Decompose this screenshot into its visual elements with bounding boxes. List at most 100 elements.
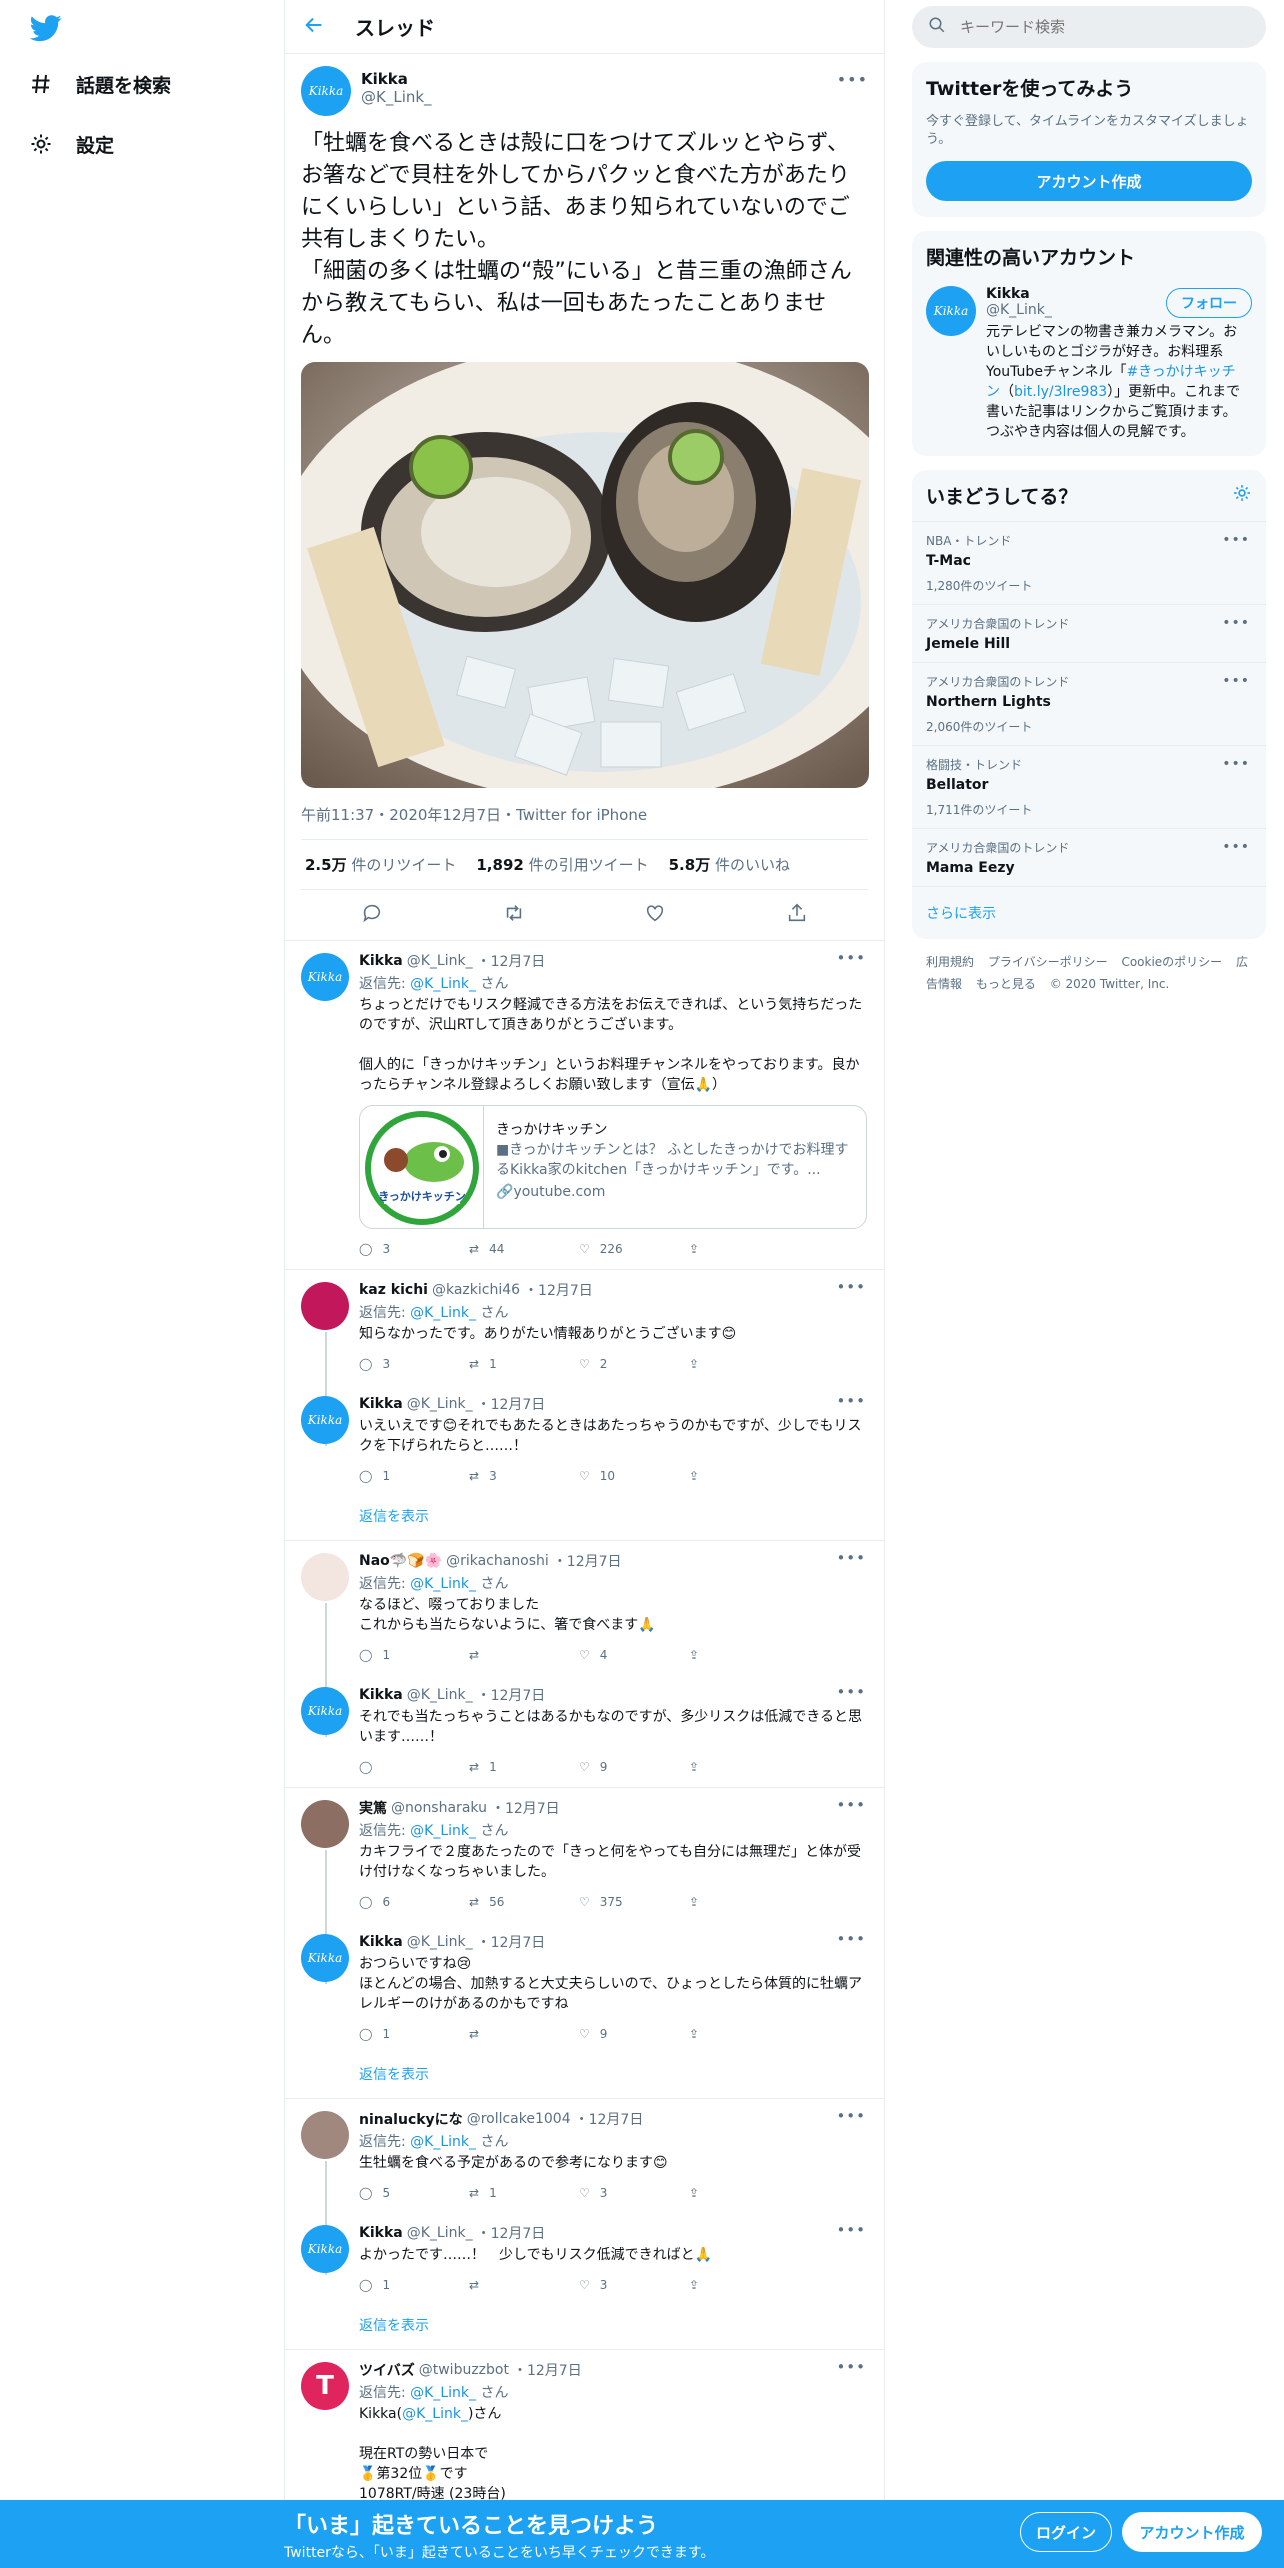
settings-gear-icon[interactable]	[1232, 483, 1252, 508]
more-icon[interactable]: •••	[836, 949, 866, 967]
show-replies-link[interactable]: 返信を表示	[285, 2305, 884, 2350]
show-replies-link[interactable]: 返信を表示	[285, 1496, 884, 1541]
retweet-button[interactable]: ⇄ 1	[469, 1760, 579, 1774]
like-button[interactable]: ♡ 226	[579, 1242, 689, 1256]
share-button[interactable]: ⇪	[689, 1760, 799, 1774]
retweet-button[interactable]: ⇄ 1	[469, 2186, 579, 2200]
tweet-photo[interactable]	[301, 362, 869, 788]
reply-date[interactable]: ・12月7日	[477, 1932, 546, 1952]
share-button[interactable]: ⇪	[689, 2186, 799, 2200]
like-button[interactable]: ♡ 10	[579, 1469, 689, 1483]
reply-button[interactable]: ◯ 1	[359, 2027, 469, 2041]
more-link[interactable]: もっと見る	[976, 977, 1036, 991]
author-name[interactable]: Kikka	[361, 70, 432, 88]
share-button[interactable]: ⇪	[689, 2027, 799, 2041]
avatar[interactable]: Kikka	[301, 953, 349, 1001]
like-button[interactable]: ♡ 2	[579, 1357, 689, 1371]
reply-button[interactable]: ◯ 1	[359, 1648, 469, 1662]
reply-button[interactable]: ◯ 1	[359, 1469, 469, 1483]
retweet-button[interactable]: ⇄ 44	[469, 1242, 579, 1256]
retweet-stat[interactable]: 2.5万 件のリツイート	[305, 854, 456, 875]
mention-link[interactable]: @K_Link_	[410, 2385, 476, 2401]
share-button[interactable]: ⇪	[689, 1895, 799, 1909]
reply-author-name[interactable]: Kikka	[359, 1934, 403, 1950]
reply-tweet[interactable]: Kikka Kikka @K_Link_ ・12月7日 ••• よかったです……！ …	[285, 2213, 884, 2305]
avatar[interactable]	[301, 1282, 349, 1330]
trend-item[interactable]: アメリカ合衆国のトレンド Northern Lights 2,060件のツイート ••…	[912, 662, 1266, 745]
avatar[interactable]: Kikka	[301, 2225, 349, 2273]
reply-author-handle[interactable]: @K_Link_	[407, 1934, 473, 1950]
reply-author-handle[interactable]: @K_Link_	[407, 2225, 473, 2241]
avatar[interactable]: T	[301, 2362, 349, 2410]
more-icon[interactable]: •••	[1222, 532, 1250, 548]
nav-settings[interactable]: 設定	[26, 122, 114, 166]
reply-date[interactable]: ・12月7日	[477, 951, 546, 971]
retweet-button[interactable]: ⇄	[469, 1648, 579, 1662]
like-icon[interactable]	[644, 902, 666, 928]
reply-date[interactable]: ・12月7日	[513, 2360, 582, 2380]
trend-item[interactable]: NBA・トレンド T-Mac 1,280件のツイート •••	[912, 521, 1266, 604]
reply-author-name[interactable]: ツイバズ	[359, 2360, 415, 2380]
mention-link[interactable]: @K_Link_	[410, 1576, 476, 1592]
retweet-button[interactable]: ⇄ 3	[469, 1469, 579, 1483]
avatar[interactable]: Kikka	[926, 286, 976, 336]
reply-button[interactable]: ◯ 3	[359, 1242, 469, 1256]
tweet-timestamp[interactable]: 午前11:37・2020年12月7日・Twitter for iPhone	[301, 804, 868, 840]
reply-author-name[interactable]: Kikka	[359, 2225, 403, 2241]
more-icon[interactable]: •••	[836, 1930, 866, 1948]
reply-icon[interactable]	[361, 902, 383, 928]
reply-tweet[interactable]: Kikka Kikka @K_Link_ ・12月7日 ••• おつらいですね😢 ほ…	[285, 1922, 884, 2054]
mention-link[interactable]: @K_Link_	[402, 2406, 468, 2422]
show-replies-link[interactable]: 返信を表示	[285, 2054, 884, 2099]
retweet-button[interactable]: ⇄ 1	[469, 1357, 579, 1371]
twitter-logo-icon[interactable]	[28, 12, 64, 44]
reply-author-name[interactable]: Kikka	[359, 1687, 403, 1703]
reply-date[interactable]: ・12月7日	[575, 2109, 644, 2129]
reply-tweet[interactable]: kaz kichi @kazkichi46 ・12月7日 ••• 返信先: @K_L…	[285, 1270, 884, 1446]
reply-tweet[interactable]: Kikka Kikka @K_Link_ ・12月7日 ••• いえいえです😊それで…	[285, 1384, 884, 1496]
author-handle[interactable]: @K_Link_	[361, 88, 432, 106]
reply-author-name[interactable]: kaz kichi	[359, 1282, 428, 1298]
show-more-trends-link[interactable]: さらに表示	[912, 886, 1266, 939]
share-button[interactable]: ⇪	[689, 1357, 799, 1371]
more-icon[interactable]: •••	[836, 1392, 866, 1410]
trend-item[interactable]: アメリカ合衆国のトレンド Mama Eezy •••	[912, 828, 1266, 886]
reply-tweet[interactable]: ninaluckyにな @rollcake1004 ・12月7日 ••• 返信先: …	[285, 2099, 884, 2275]
share-button[interactable]: ⇪	[689, 1469, 799, 1483]
retweet-icon[interactable]	[503, 902, 525, 928]
reply-button[interactable]: ◯ 1	[359, 2278, 469, 2292]
avatar[interactable]: Kikka	[301, 1687, 349, 1735]
back-arrow-icon[interactable]	[303, 14, 325, 40]
like-button[interactable]: ♡ 3	[579, 2278, 689, 2292]
reply-author-handle[interactable]: @rollcake1004	[467, 2111, 571, 2127]
like-button[interactable]: ♡ 4	[579, 1648, 689, 1662]
reply-tweet[interactable]: Kikka Kikka @K_Link_ ・12月7日 ••• それでも当たっちゃう…	[285, 1675, 884, 1788]
more-icon[interactable]: •••	[1222, 839, 1250, 855]
avatar[interactable]: Kikka	[301, 1396, 349, 1444]
reply-author-handle[interactable]: @K_Link_	[407, 953, 473, 969]
more-icon[interactable]: •••	[1222, 673, 1250, 689]
reply-date[interactable]: ・12月7日	[477, 2223, 546, 2243]
reply-tweet[interactable]: Kikka Kikka @K_Link_ ・12月7日 ••• 返信先: @K_Li…	[285, 941, 884, 1270]
reply-author-name[interactable]: Nao🦈🍞🌸	[359, 1553, 442, 1569]
reply-button[interactable]: ◯	[359, 1760, 469, 1774]
reply-button[interactable]: ◯ 3	[359, 1357, 469, 1371]
create-account-button[interactable]: アカウント作成	[926, 161, 1252, 201]
more-icon[interactable]: •••	[836, 1683, 866, 1701]
reply-button[interactable]: ◯ 6	[359, 1895, 469, 1909]
mention-link[interactable]: @K_Link_	[410, 2134, 476, 2150]
search-box[interactable]	[912, 6, 1266, 48]
login-button[interactable]: ログイン	[1020, 2512, 1112, 2552]
related-account[interactable]: Kikka Kikka @K_Link_ 元テレビマンの物書き兼カメラマン。おい…	[912, 282, 1266, 456]
avatar[interactable]	[301, 1800, 349, 1848]
share-button[interactable]: ⇪	[689, 1242, 799, 1256]
more-icon[interactable]: •••	[837, 70, 868, 89]
reply-date[interactable]: ・12月7日	[524, 1280, 593, 1300]
avatar[interactable]	[301, 1553, 349, 1601]
link-card[interactable]: きっかけキッチン きっかけキッチン ■きっかけキッチンとは？ ふとしたきっかけで…	[359, 1105, 867, 1229]
reply-author-name[interactable]: Kikka	[359, 1396, 403, 1412]
reply-author-handle[interactable]: @twibuzzbot	[419, 2362, 509, 2378]
like-button[interactable]: ♡ 9	[579, 1760, 689, 1774]
reply-date[interactable]: ・12月7日	[553, 1551, 622, 1571]
signup-button[interactable]: アカウント作成	[1122, 2512, 1262, 2552]
